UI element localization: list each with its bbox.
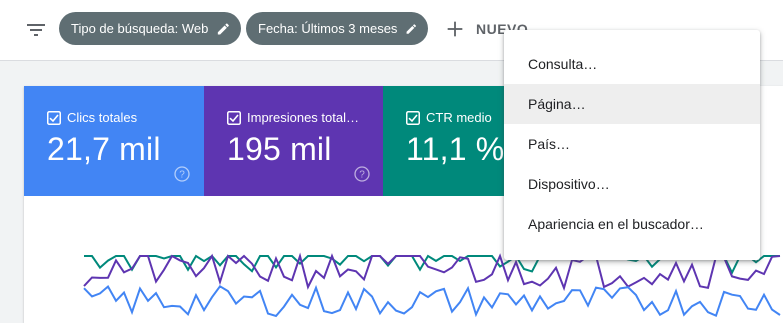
metric-label: Impresiones total… xyxy=(247,110,359,125)
filter-list-icon[interactable] xyxy=(24,18,48,42)
menu-item-country[interactable]: País… xyxy=(504,124,760,164)
metric-value: 195 mil xyxy=(227,131,332,167)
chip-label: Tipo de búsqueda: Web xyxy=(71,21,209,36)
pencil-icon[interactable] xyxy=(405,21,418,37)
menu-item-page[interactable]: Página… xyxy=(504,84,760,124)
date-filter-chip[interactable]: Fecha: Últimos 3 meses xyxy=(246,12,428,45)
checkbox-checked-icon[interactable] xyxy=(227,110,241,125)
menu-item-query[interactable]: Consulta… xyxy=(504,44,760,84)
svg-text:?: ? xyxy=(179,170,185,181)
checkbox-checked-icon[interactable] xyxy=(406,110,420,125)
chart-series-line xyxy=(83,284,781,318)
chart-series-line xyxy=(83,252,781,292)
menu-item-device[interactable]: Dispositivo… xyxy=(504,164,760,204)
metric-label: CTR medio xyxy=(426,110,492,125)
menu-item-search-appearance[interactable]: Apariencia en el buscador… xyxy=(504,204,760,244)
pencil-icon[interactable] xyxy=(216,21,231,37)
help-icon[interactable]: ? xyxy=(354,166,370,182)
checkbox-checked-icon[interactable] xyxy=(47,110,61,125)
help-icon[interactable]: ? xyxy=(174,166,190,182)
metric-value: 21,7 mil xyxy=(47,131,161,167)
svg-text:?: ? xyxy=(359,170,365,181)
plus-icon xyxy=(447,21,463,37)
search-type-filter-chip[interactable]: Tipo de búsqueda: Web xyxy=(59,12,241,45)
metric-total-impressions[interactable]: Impresiones total… 195 mil ? xyxy=(204,86,384,196)
chip-label: Fecha: Últimos 3 meses xyxy=(258,21,398,36)
metric-total-clicks[interactable]: Clics totales 21,7 mil ? xyxy=(24,86,204,196)
new-filter-dropdown-menu: Consulta… Página… País… Dispositivo… Apa… xyxy=(504,30,760,260)
metric-label: Clics totales xyxy=(67,110,138,125)
